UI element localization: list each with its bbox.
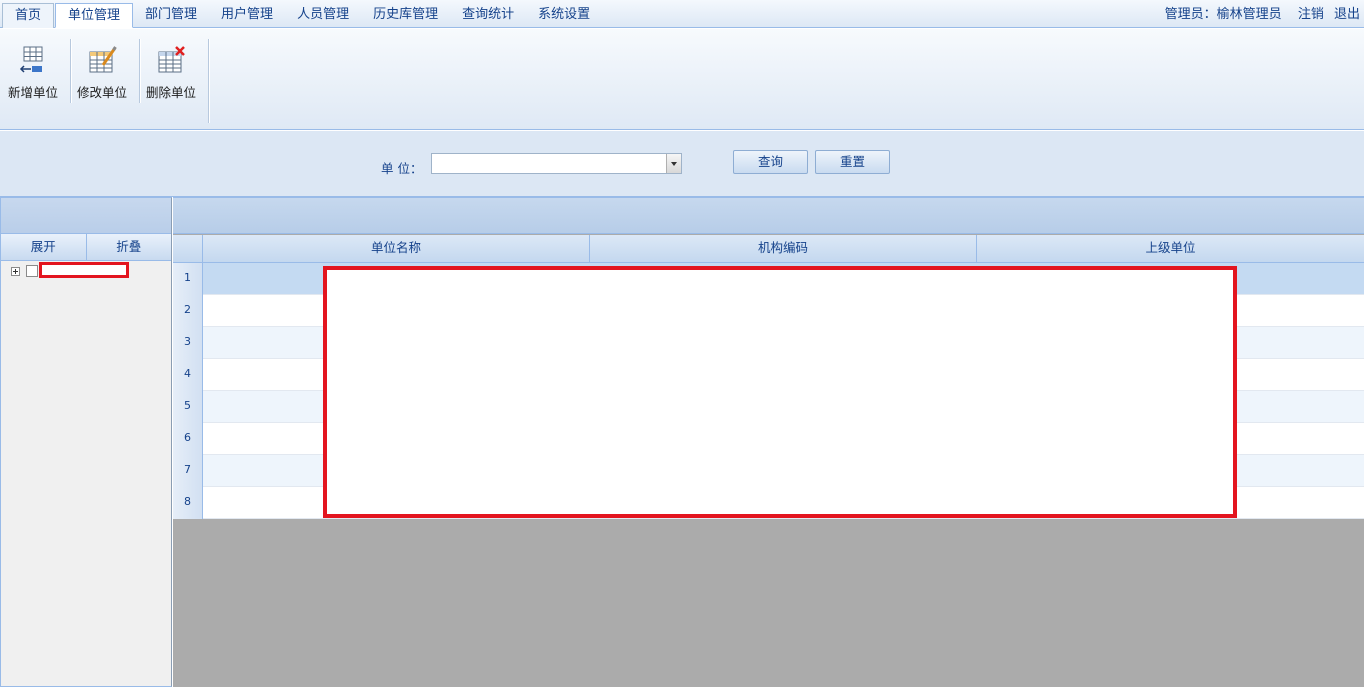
user-role: 管理员 (1164, 7, 1204, 22)
unit-select[interactable] (431, 153, 682, 174)
row-number: 2 (173, 295, 203, 327)
delete-table-icon (158, 46, 185, 73)
tree-actions: 展开 折叠 (1, 234, 171, 261)
delete-unit-button[interactable]: 删除单位 (138, 41, 204, 101)
unit-tree-panel: 展开 折叠 (0, 197, 172, 687)
column-header-unit-name[interactable]: 单位名称 (203, 235, 590, 263)
row-number: 1 (173, 263, 203, 295)
chevron-down-icon[interactable] (666, 154, 681, 173)
tab-home[interactable]: 首页 (2, 3, 55, 28)
reset-button[interactable]: 重置 (815, 150, 890, 174)
row-number: 7 (173, 455, 203, 487)
tab-department-management[interactable]: 部门管理 (133, 3, 209, 28)
add-unit-button[interactable]: 新增单位 (0, 41, 66, 101)
toolbar-divider (208, 39, 209, 123)
column-header-parent-unit[interactable]: 上级单位 (977, 235, 1364, 263)
edit-unit-label: 修改单位 (76, 85, 127, 100)
tab-personnel-management[interactable]: 人员管理 (285, 3, 361, 28)
row-number-header (173, 235, 203, 263)
add-unit-label: 新增单位 (7, 85, 58, 100)
row-number: 5 (173, 391, 203, 423)
grid-header: 单位名称 机构编码 上级单位 (173, 235, 1364, 263)
search-bar: 单 位： 查询 重置 (0, 131, 1364, 197)
edit-unit-button[interactable]: 修改单位 (69, 41, 135, 101)
row-number: 8 (173, 487, 203, 519)
user-info: 管理员：榆林管理员 注销 退出 (1159, 0, 1360, 28)
edit-table-icon (89, 46, 117, 73)
expand-all-button[interactable]: 展开 (1, 234, 87, 260)
tab-query-statistics[interactable]: 查询统计 (450, 3, 526, 28)
column-header-org-code[interactable]: 机构编码 (590, 235, 977, 263)
unit-filter-label: 单 位： (381, 161, 423, 176)
tab-history-management[interactable]: 历史库管理 (361, 3, 450, 28)
redacted-tree-label (39, 262, 129, 278)
main-tabs: 首页 单位管理 部门管理 用户管理 人员管理 历史库管理 查询统计 系统设置 (2, 3, 602, 28)
redacted-grid-data (323, 266, 1237, 518)
delete-unit-label: 删除单位 (145, 85, 196, 100)
tab-unit-management[interactable]: 单位管理 (55, 3, 134, 28)
row-number: 6 (173, 423, 203, 455)
toolbar: 新增单位 修改单位 删除单位 (0, 29, 1364, 130)
tab-system-settings[interactable]: 系统设置 (526, 3, 602, 28)
row-number: 4 (173, 359, 203, 391)
exit-link[interactable]: 退出 (1334, 7, 1360, 22)
top-menu-bar: 首页 单位管理 部门管理 用户管理 人员管理 历史库管理 查询统计 系统设置 管… (0, 0, 1364, 28)
query-button[interactable]: 查询 (733, 150, 808, 174)
logout-link[interactable]: 注销 (1298, 7, 1324, 22)
user-name: 榆林管理员 (1216, 7, 1282, 22)
collapse-all-button[interactable]: 折叠 (86, 234, 171, 260)
plus-icon[interactable] (11, 267, 20, 276)
grid-toolbar (173, 198, 1364, 234)
add-table-icon (19, 46, 43, 73)
user-separator: ： (1203, 7, 1217, 22)
tree-node-root[interactable] (11, 262, 131, 279)
tree-node-checkbox[interactable] (26, 265, 38, 277)
tab-user-management[interactable]: 用户管理 (209, 3, 285, 28)
tree-panel-header (1, 198, 171, 234)
row-number: 3 (173, 327, 203, 359)
